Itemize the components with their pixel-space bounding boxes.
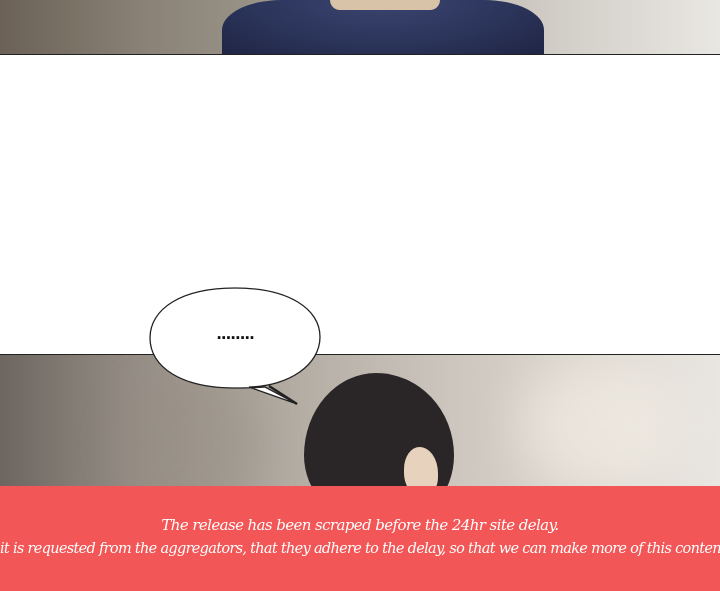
background-blur xyxy=(520,365,680,485)
comic-page: ........ The release has been scraped be… xyxy=(0,0,720,591)
speech-bubble-shape xyxy=(149,287,321,406)
character-neck xyxy=(330,0,440,10)
notice-line-2: it is requested from the aggregators, th… xyxy=(0,541,720,557)
panel-gutter xyxy=(0,56,720,354)
scrape-notice-banner: The release has been scraped before the … xyxy=(0,486,720,591)
speech-bubble: ........ xyxy=(149,287,321,406)
notice-line-1: The release has been scraped before the … xyxy=(161,516,559,534)
comic-panel-top xyxy=(0,0,720,55)
speech-bubble-text: ........ xyxy=(216,325,255,343)
